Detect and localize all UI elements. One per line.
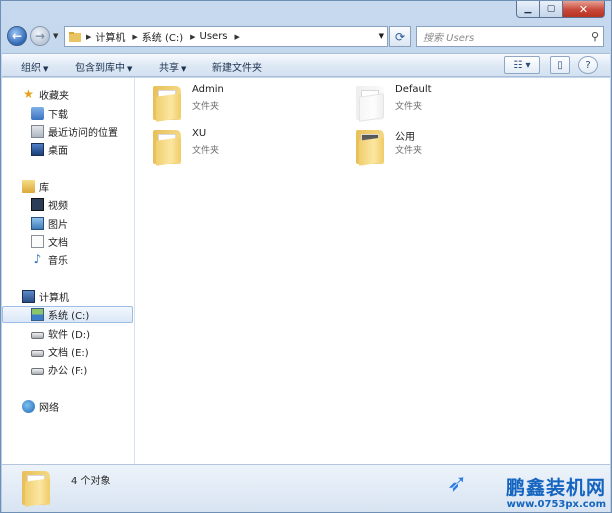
nav-libraries[interactable]: 库 (2, 178, 133, 195)
nav-item-videos[interactable]: 视频 (2, 196, 133, 213)
breadcrumb-separator[interactable]: ▶ (86, 33, 91, 41)
file-list: Admin 文件夹 Default 文件夹 XU 文件夹 公用 文件夹 (135, 78, 610, 464)
chevron-down-icon: ▼ (43, 65, 49, 73)
nav-item-drive-c[interactable]: 系统 (C:) (2, 306, 133, 323)
refresh-button[interactable]: ⟳ (389, 26, 411, 47)
folder-icon (22, 471, 50, 507)
navigation-pane: ★ 收藏夹 下载 最近访问的位置 桌面 库 视频 图片 文档 ♪ 音乐 计算机 … (2, 78, 135, 464)
star-icon: ★ (23, 87, 34, 101)
search-input[interactable]: 搜索 Users ⚲ (416, 26, 604, 47)
maximize-button[interactable]: ▢ (540, 1, 563, 18)
music-note-icon: ♪ (33, 252, 42, 266)
search-placeholder: 搜索 Users (423, 33, 475, 44)
system-drive-icon (31, 308, 44, 321)
folder-type: 文件夹 (395, 102, 423, 112)
folder-item[interactable]: Admin 文件夹 (135, 82, 335, 124)
library-icon (22, 180, 35, 193)
hard-drive-icon (31, 331, 44, 339)
search-icon[interactable]: ⚲ (591, 30, 599, 43)
folder-item[interactable]: XU 文件夹 (135, 126, 335, 168)
arrow-right-icon: → (34, 29, 46, 43)
breadcrumb-computer[interactable]: 计算机 (95, 29, 125, 44)
status-bar: 4 个对象 ➶ 鹏鑫装机网 www.0753px.com (2, 464, 610, 512)
folder-icon (153, 130, 181, 166)
view-icon: ☷ ▾ (513, 59, 531, 71)
downloads-icon (31, 107, 44, 120)
nav-favorites[interactable]: ★ 收藏夹 (2, 86, 133, 103)
address-bar[interactable]: ▶ 计算机 ▶ 系统 (C:) ▶ Users ▶ ▼ (64, 26, 388, 47)
nav-network[interactable]: 网络 (2, 398, 133, 415)
navigation-row: ← → ▼ ▶ 计算机 ▶ 系统 (C:) ▶ Users ▶ ▼ ⟳ 搜索 U… (7, 26, 607, 48)
document-icon (31, 235, 44, 248)
nav-item-drive-f[interactable]: 办公 (F:) (2, 361, 133, 378)
breadcrumb-separator[interactable]: ▶ (235, 33, 240, 41)
breadcrumb-system-drive[interactable]: 系统 (C:) (142, 29, 183, 44)
back-button[interactable]: ← (7, 26, 27, 46)
share-menu[interactable]: 共享 ▼ (159, 59, 186, 74)
nav-item-music[interactable]: ♪ 音乐 (2, 251, 133, 268)
explorer-window: ▁ ▢ ✕ ← → ▼ ▶ 计算机 ▶ 系统 (C:) ▶ Users ▶ ▼ … (0, 0, 612, 513)
hard-drive-icon (31, 367, 44, 375)
folder-type: 文件夹 (192, 146, 220, 156)
bird-logo-icon: ➶ (447, 469, 468, 497)
folder-icon (153, 86, 181, 122)
recent-pages-dropdown[interactable]: ▼ (53, 32, 58, 40)
organize-menu[interactable]: 组织 ▼ (21, 59, 48, 74)
desktop-icon (31, 143, 44, 156)
folder-icon (69, 31, 81, 42)
folder-item[interactable]: Default 文件夹 (338, 82, 538, 124)
caption-buttons: ▁ ▢ ✕ (516, 1, 605, 18)
preview-pane-button[interactable]: ▯ (550, 56, 570, 74)
help-icon: ? (585, 59, 591, 71)
forward-button[interactable]: → (30, 26, 50, 46)
folder-type: 文件夹 (192, 102, 220, 112)
help-button[interactable]: ? (578, 56, 598, 74)
breadcrumb-separator[interactable]: ▶ (132, 33, 137, 41)
change-view-button[interactable]: ☷ ▾ (504, 56, 540, 74)
minimize-button[interactable]: ▁ (516, 1, 540, 18)
nav-item-pictures[interactable]: 图片 (2, 215, 133, 232)
command-bar: 组织 ▼ 包含到库中 ▼ 共享 ▼ 新建文件夹 ☷ ▾ ▯ ? (2, 53, 610, 77)
breadcrumb-users[interactable]: Users (200, 31, 228, 42)
nav-item-downloads[interactable]: 下载 (2, 105, 133, 122)
nav-item-drive-d[interactable]: 软件 (D:) (2, 325, 133, 342)
nav-item-drive-e[interactable]: 文档 (E:) (2, 343, 133, 360)
folder-icon (356, 86, 384, 122)
folder-name: Default (395, 84, 432, 95)
pictures-icon (31, 217, 44, 230)
folder-name: Admin (192, 84, 224, 95)
chevron-down-icon[interactable]: ▼ (379, 32, 384, 40)
video-icon (31, 198, 44, 211)
folder-name: XU (192, 128, 207, 139)
new-folder-button[interactable]: 新建文件夹 (212, 59, 262, 74)
chevron-down-icon: ▼ (181, 65, 187, 73)
chevron-down-icon: ▼ (127, 65, 133, 73)
folder-item[interactable]: 公用 文件夹 (338, 126, 538, 168)
breadcrumb-separator[interactable]: ▶ (190, 33, 195, 41)
recent-places-icon (31, 125, 44, 138)
preview-pane-icon: ▯ (557, 59, 563, 71)
folder-name: 公用 (395, 132, 415, 143)
refresh-icon: ⟳ (394, 29, 406, 44)
watermark-brand: 鹏鑫装机网 (505, 477, 606, 499)
include-in-library-menu[interactable]: 包含到库中 ▼ (75, 59, 132, 74)
hard-drive-icon (31, 349, 44, 357)
nav-item-desktop[interactable]: 桌面 (2, 141, 133, 158)
arrow-left-icon: ← (11, 29, 23, 43)
item-count: 4 个对象 (71, 476, 111, 487)
computer-icon (22, 290, 35, 303)
watermark: 鹏鑫装机网 www.0753px.com (506, 473, 606, 510)
network-icon (22, 400, 35, 413)
close-button[interactable]: ✕ (563, 1, 605, 18)
folder-type: 文件夹 (395, 146, 423, 156)
watermark-url: www.0753px.com (506, 499, 606, 510)
nav-item-recent-places[interactable]: 最近访问的位置 (2, 123, 133, 140)
nav-item-documents[interactable]: 文档 (2, 233, 133, 250)
nav-computer[interactable]: 计算机 (2, 288, 133, 305)
folder-icon (356, 130, 384, 166)
